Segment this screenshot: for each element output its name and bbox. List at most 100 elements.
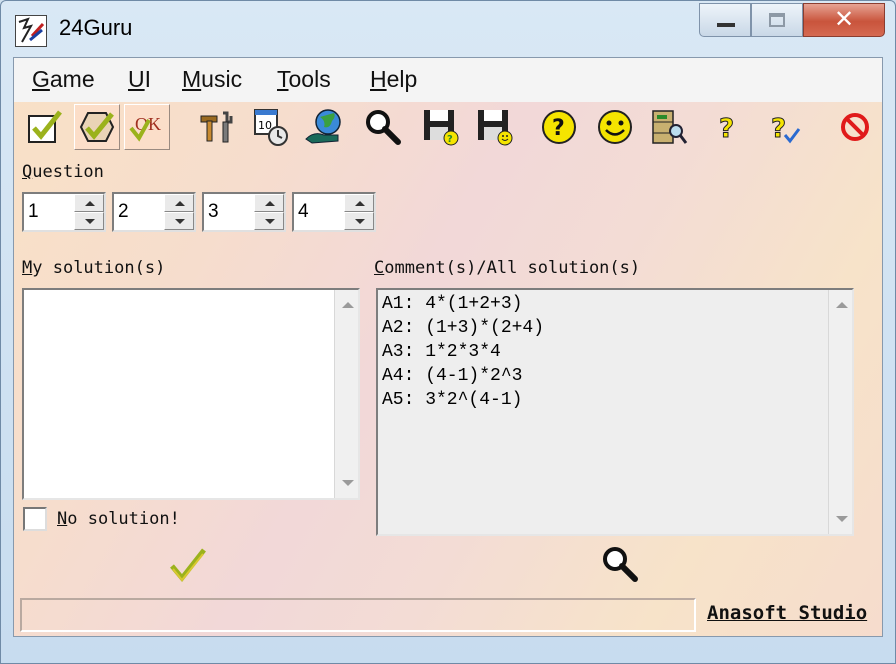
status-bar bbox=[20, 598, 696, 632]
number-value[interactable]: 2 bbox=[118, 201, 129, 223]
help-button[interactable]: ? bbox=[536, 104, 582, 150]
stepper-buttons bbox=[74, 194, 104, 230]
question-mark-button[interactable]: ? bbox=[706, 104, 752, 150]
label-accesskey: N bbox=[57, 509, 68, 529]
svg-text:10: 10 bbox=[258, 119, 272, 132]
search-button[interactable] bbox=[360, 104, 406, 150]
maximize-button[interactable] bbox=[751, 3, 803, 37]
app-window: 24Guru ✕ Game UI Music Tools Help OK 10 … bbox=[0, 0, 896, 664]
menu-accesskey: U bbox=[128, 66, 145, 92]
number-stepper-3[interactable]: 3 bbox=[202, 192, 286, 232]
submit-button[interactable] bbox=[168, 546, 208, 586]
question-mark-icon: ? bbox=[719, 114, 735, 145]
menu-help[interactable]: Help bbox=[370, 66, 417, 93]
magnifier-icon bbox=[603, 547, 638, 582]
tools-icon bbox=[200, 111, 233, 143]
solution-line: A4: (4-1)*2^3 bbox=[382, 366, 523, 386]
stepper-buttons bbox=[164, 194, 194, 230]
arrow-up-icon bbox=[85, 201, 95, 206]
ok-check-button[interactable]: OK bbox=[124, 104, 170, 150]
question-check-button[interactable]: ? bbox=[762, 104, 808, 150]
timer-button[interactable]: 10 bbox=[248, 104, 294, 150]
number-stepper-2[interactable]: 2 bbox=[112, 192, 196, 232]
no-solution-checkbox[interactable] bbox=[23, 507, 47, 531]
save-smiley-button[interactable] bbox=[472, 104, 518, 150]
stepper-up-button[interactable] bbox=[344, 194, 374, 212]
stepper-up-button[interactable] bbox=[164, 194, 194, 212]
globe-hand-button[interactable] bbox=[302, 104, 348, 150]
menu-music[interactable]: Music bbox=[182, 66, 242, 93]
menu-game[interactable]: Game bbox=[32, 66, 95, 93]
window-controls: ✕ bbox=[699, 3, 885, 39]
number-value[interactable]: 4 bbox=[298, 201, 309, 223]
stepper-down-button[interactable] bbox=[164, 212, 194, 230]
stepper-down-button[interactable] bbox=[254, 212, 284, 230]
smiley-button[interactable] bbox=[592, 104, 638, 150]
menu-label: usic bbox=[201, 66, 243, 92]
menu-accesskey: M bbox=[182, 66, 202, 92]
arrow-down-icon bbox=[265, 219, 275, 224]
client-area: Game UI Music Tools Help OK 10 ? ? ? ? Q… bbox=[13, 57, 883, 637]
stepper-up-button[interactable] bbox=[254, 194, 284, 212]
svg-text:?: ? bbox=[719, 114, 734, 144]
check-circle-button[interactable] bbox=[74, 104, 120, 150]
comments-textarea[interactable]: A1: 4*(1+2+3) A2: (1+3)*(2+4) A3: 1*2*3*… bbox=[376, 288, 854, 536]
number-stepper-4[interactable]: 4 bbox=[292, 192, 376, 232]
menu-label: elp bbox=[386, 66, 418, 92]
svg-text:?: ? bbox=[447, 134, 453, 145]
arrow-down-icon bbox=[85, 219, 95, 224]
check-box-button[interactable] bbox=[22, 104, 68, 150]
brand-link[interactable]: Anasoft Studio bbox=[707, 602, 867, 624]
save-smiley-icon bbox=[478, 110, 513, 146]
label-accesskey: C bbox=[374, 258, 385, 278]
menu-ui[interactable]: UI bbox=[128, 66, 151, 93]
menu-label: I bbox=[144, 66, 152, 92]
stepper-down-button[interactable] bbox=[74, 212, 104, 230]
minimize-button[interactable] bbox=[699, 3, 751, 37]
no-solution-label[interactable]: No solution! bbox=[57, 509, 180, 529]
menu-bar: Game UI Music Tools Help bbox=[14, 58, 882, 102]
solution-line: A5: 3*2^(4-1) bbox=[382, 390, 523, 410]
close-button[interactable]: ✕ bbox=[803, 3, 885, 37]
label-rest: uestion bbox=[32, 162, 104, 182]
my-solutions-textarea[interactable] bbox=[22, 288, 360, 500]
comments-label: Comment(s)/All solution(s) bbox=[374, 258, 640, 278]
menu-accesskey: T bbox=[277, 66, 289, 92]
cabinet-search-button[interactable] bbox=[646, 104, 692, 150]
comments-scrollbar[interactable] bbox=[828, 290, 852, 534]
title-bar[interactable]: 24Guru ✕ bbox=[1, 1, 895, 57]
tools-button[interactable] bbox=[192, 104, 238, 150]
my-solutions-scrollbar[interactable] bbox=[334, 290, 358, 498]
question-label: Question bbox=[22, 162, 104, 182]
menu-tools[interactable]: Tools bbox=[277, 66, 331, 93]
menu-label: ame bbox=[49, 66, 95, 92]
stop-icon bbox=[841, 113, 869, 141]
scroll-down-icon[interactable] bbox=[342, 480, 354, 486]
24guru-app-icon[interactable] bbox=[15, 15, 47, 47]
label-rest: y solution(s) bbox=[32, 258, 166, 278]
close-icon: ✕ bbox=[833, 5, 855, 33]
number-value[interactable]: 3 bbox=[208, 201, 219, 223]
solution-line: A2: (1+3)*(2+4) bbox=[382, 318, 545, 338]
magnifier-icon bbox=[366, 110, 401, 145]
save-question-button[interactable]: ? bbox=[418, 104, 464, 150]
arrow-up-icon bbox=[265, 201, 275, 206]
show-solutions-button[interactable] bbox=[600, 544, 640, 588]
minimize-icon bbox=[717, 23, 735, 27]
number-value[interactable]: 1 bbox=[28, 201, 39, 223]
stepper-buttons bbox=[344, 194, 374, 230]
stepper-down-button[interactable] bbox=[344, 212, 374, 230]
label-rest: o solution! bbox=[67, 509, 180, 529]
stepper-up-button[interactable] bbox=[74, 194, 104, 212]
ok-check-icon: OK bbox=[129, 114, 161, 142]
scroll-down-icon[interactable] bbox=[836, 516, 848, 522]
question-check-icon: ? bbox=[771, 114, 801, 145]
label-rest: omment(s)/All solution(s) bbox=[384, 258, 641, 278]
scroll-up-icon[interactable] bbox=[836, 302, 848, 308]
checkmark-icon bbox=[170, 548, 206, 582]
scroll-up-icon[interactable] bbox=[342, 302, 354, 308]
stop-button[interactable] bbox=[832, 104, 878, 150]
menu-accesskey: H bbox=[370, 66, 387, 92]
number-stepper-1[interactable]: 1 bbox=[22, 192, 106, 232]
svg-text:?: ? bbox=[771, 114, 786, 144]
